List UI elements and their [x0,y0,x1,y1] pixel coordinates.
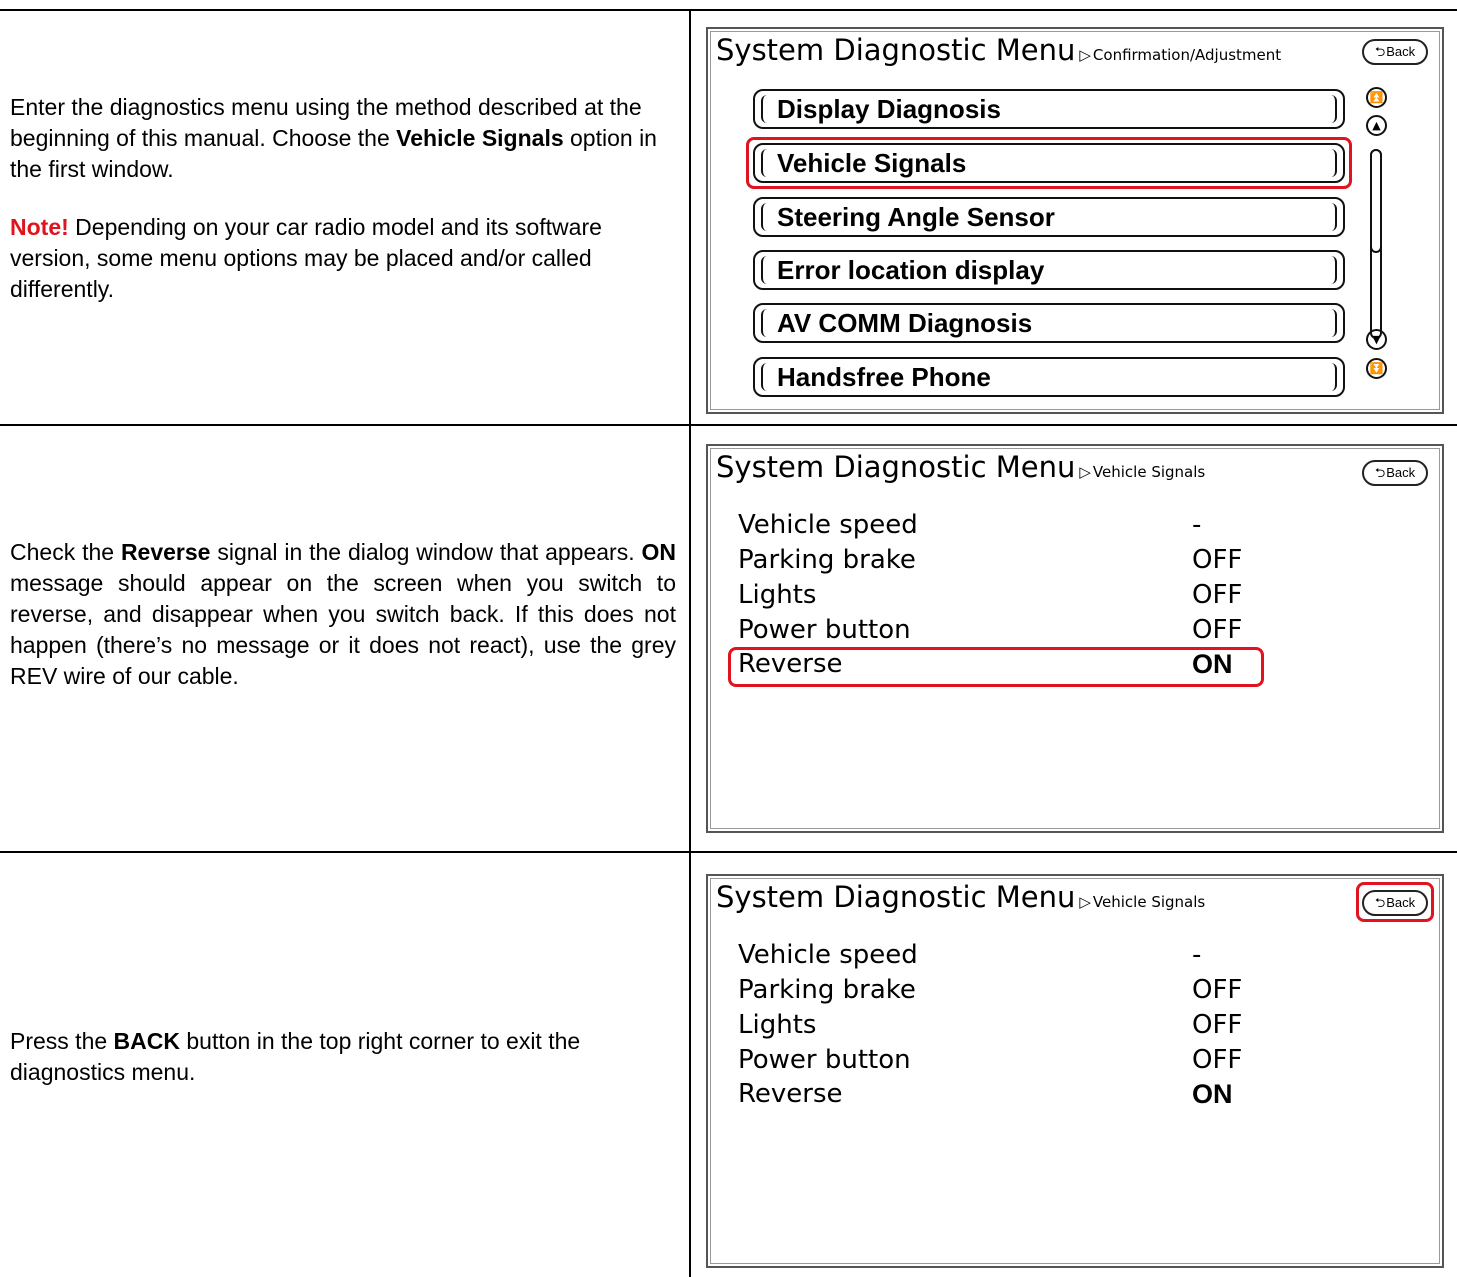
scrollbar-thumb[interactable] [1370,149,1382,253]
signal-row-parking-brake: Parking brake OFF [738,975,1338,1009]
note-text: Depending on your car radio model and it… [10,214,602,302]
triangle-right-icon: ▷ [1079,46,1091,64]
signal-value: ON [1192,1079,1233,1109]
signal-label: Power button [738,615,911,645]
breadcrumb: Vehicle Signals [1092,893,1206,911]
signal-label: Reverse [738,1079,843,1109]
note-label: Note! [10,214,69,240]
table-divider-2 [0,851,1457,853]
signal-value: OFF [1192,1045,1243,1075]
instruction-paragraph: Press the BACK button in the top right c… [10,1026,676,1088]
signal-row-lights: Lights OFF [738,580,1338,614]
instruction-step-2: Check the Reverse signal in the dialog w… [10,537,676,692]
screen-vehicle-signals-back: System Diagnostic Menu ▷ Vehicle Signals ⮌… [706,874,1444,1268]
back-arrow-icon: ⮌ [1374,895,1386,910]
signal-row-vehicle-speed: Vehicle speed - [738,940,1338,974]
signal-value: OFF [1192,615,1243,645]
signal-row-lights: Lights OFF [738,1010,1338,1044]
signal-row-parking-brake: Parking brake OFF [738,545,1338,579]
menu-label: Steering Angle Sensor [777,202,1055,232]
signal-label: Power button [738,1045,911,1075]
menu-item-display-diagnosis[interactable]: Display Diagnosis [753,89,1345,129]
signal-value: ON [1192,649,1233,679]
menu-item-steering-angle-sensor[interactable]: Steering Angle Sensor [753,197,1345,237]
menu-item-av-comm-diagnosis[interactable]: AV COMM Diagnosis [753,303,1345,343]
screen-title: System Diagnostic Menu ▷ Confirmation/Adju… [716,33,1281,67]
up-icon[interactable]: ▲ [1366,115,1387,136]
back-button[interactable]: ⮌Back [1362,39,1428,65]
signal-label: Parking brake [738,545,916,575]
triangle-right-icon: ▷ [1079,893,1091,911]
signal-value: OFF [1192,545,1243,575]
signal-label: Vehicle speed [738,510,918,540]
text: message should appear on the screen when… [10,570,676,689]
back-label: Back [1386,465,1416,480]
menu-label: AV COMM Diagnosis [777,308,1033,338]
signal-value: OFF [1192,975,1243,1005]
menu-label: Vehicle Signals [777,148,967,178]
menu-item-handsfree-phone[interactable]: Handsfree Phone [753,357,1345,397]
signal-row-vehicle-speed: Vehicle speed - [738,510,1338,544]
menu-label: Handsfree Phone [777,362,991,392]
bold-text: ON [641,539,676,565]
title-text: System Diagnostic Menu [716,33,1076,67]
menu-item-error-location-display[interactable]: Error location display [753,250,1345,290]
screen-title: System Diagnostic Menu ▷ Vehicle Signals [716,450,1205,484]
screen-vehicle-signals: System Diagnostic Menu ▷ Vehicle Signals ⮌… [706,444,1444,833]
breadcrumb: Confirmation/Adjustment [1092,46,1282,64]
bold-text: Reverse [120,539,211,565]
text: Check the [10,539,121,565]
back-label: Back [1386,44,1416,59]
back-label: Back [1386,895,1416,910]
instruction-paragraph: Check the Reverse signal in the dialog w… [10,537,676,692]
signal-value: - [1192,940,1202,970]
signal-value: OFF [1192,580,1243,610]
signal-label: Parking brake [738,975,916,1005]
menu-item-vehicle-signals[interactable]: Vehicle Signals [753,143,1345,183]
text: signal in the dialog window that appears… [210,539,642,565]
signal-label: Vehicle speed [738,940,918,970]
signal-row-reverse: Reverse ON [738,649,1338,683]
back-arrow-icon: ⮌ [1374,44,1386,59]
bold-text: BACK [113,1028,180,1054]
text: Press the [10,1028,114,1054]
table-border-top [0,9,1457,11]
back-button[interactable]: ⮌Back [1362,890,1428,916]
instruction-step-3: Press the BACK button in the top right c… [10,1026,676,1088]
menu-label: Display Diagnosis [777,94,1001,124]
triangle-right-icon: ▷ [1079,463,1091,481]
breadcrumb: Vehicle Signals [1092,463,1206,481]
screen-title: System Diagnostic Menu ▷ Vehicle Signals [716,880,1205,914]
instruction-paragraph: Enter the diagnostics menu using the met… [10,92,676,185]
signal-row-reverse: Reverse ON [738,1079,1338,1113]
back-arrow-icon: ⮌ [1374,465,1386,480]
instruction-step-1: Enter the diagnostics menu using the met… [10,92,676,305]
back-button[interactable]: ⮌Back [1362,460,1428,486]
signal-label: Lights [738,1010,817,1040]
signal-row-power-button: Power button OFF [738,615,1338,649]
signal-value: - [1192,510,1202,540]
note-paragraph: Note! Depending on your car radio model … [10,212,676,305]
signal-label: Lights [738,580,817,610]
page-down-icon[interactable]: ⏬ [1366,358,1387,379]
signal-value: OFF [1192,1010,1243,1040]
title-text: System Diagnostic Menu [716,880,1076,914]
signal-row-power-button: Power button OFF [738,1045,1338,1079]
signal-label: Reverse [738,649,843,679]
table-divider-1 [0,424,1457,426]
page-up-icon[interactable]: ⏫ [1366,87,1387,108]
table-column-divider [689,10,691,1277]
menu-label: Error location display [777,255,1045,285]
screen-menu: System Diagnostic Menu ▷ Confirmation/Adju… [706,27,1444,414]
down-icon[interactable]: ▼ [1366,329,1387,350]
bold-text: Vehicle Signals [396,125,564,151]
title-text: System Diagnostic Menu [716,450,1076,484]
